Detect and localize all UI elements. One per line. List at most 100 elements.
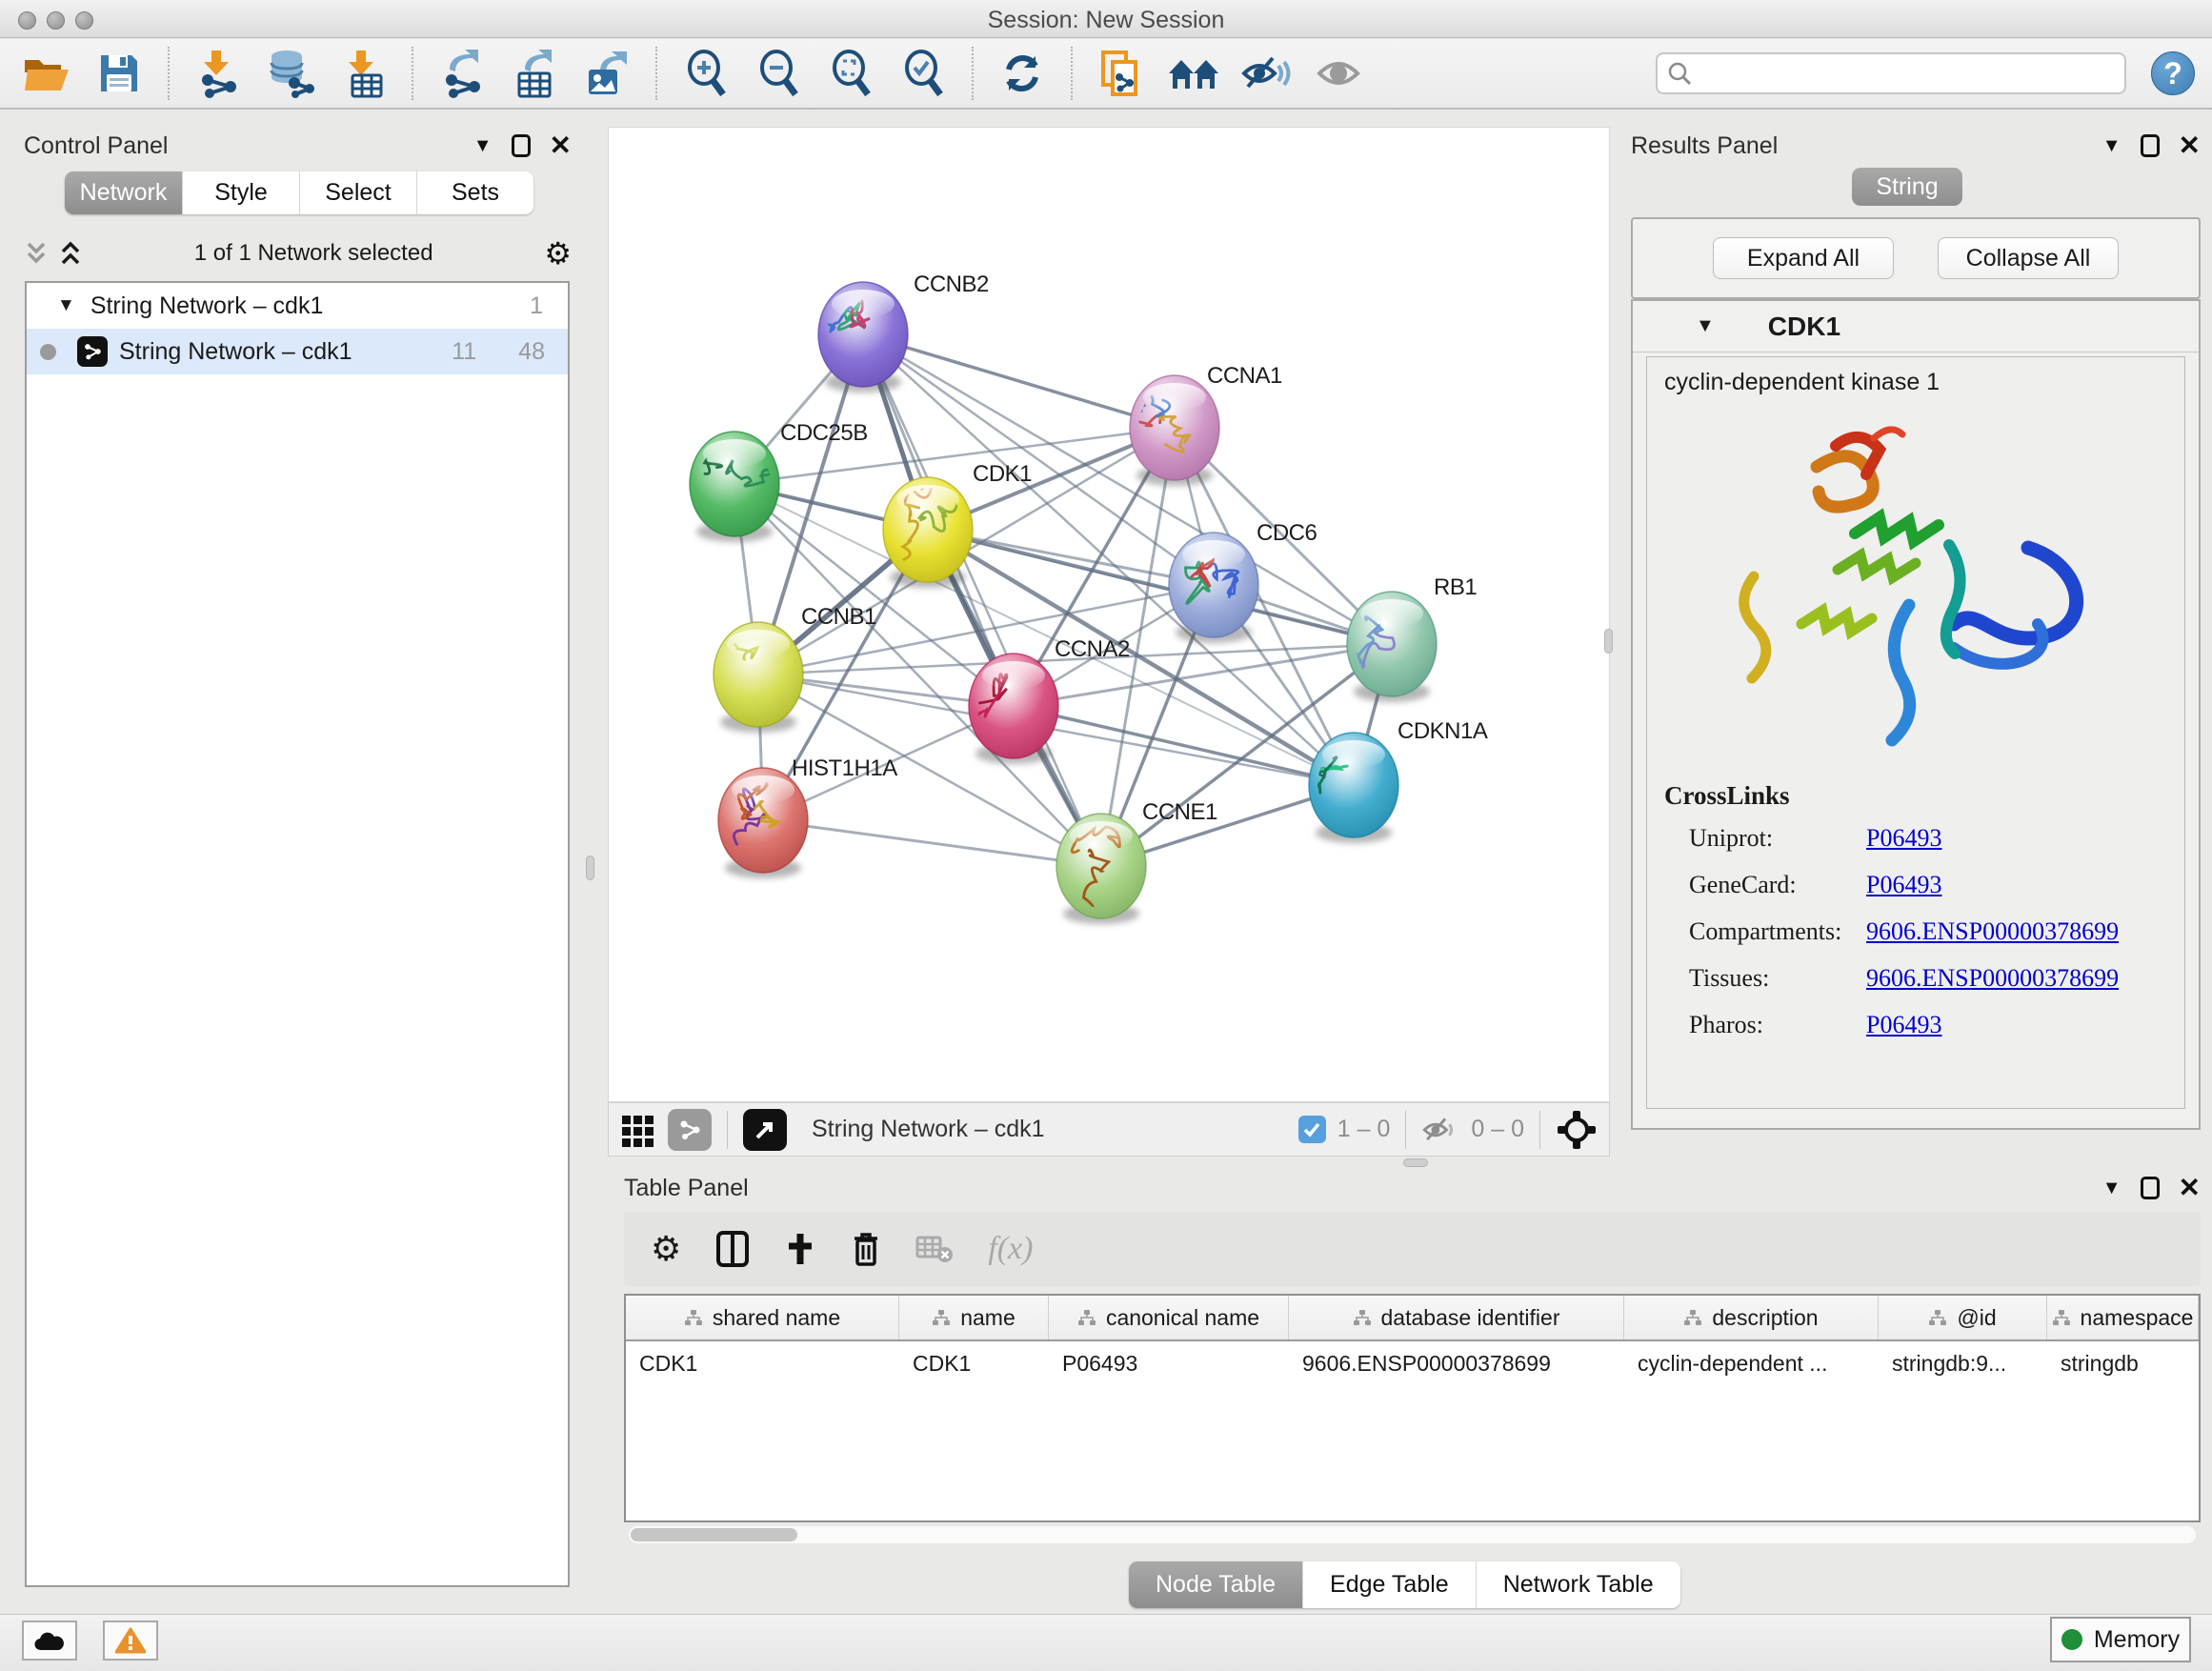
network-collection-row[interactable]: ▼ String Network – cdk1 1 [27,283,568,329]
table-panel-maximize-button[interactable] [2141,1177,2160,1199]
show-columns-icon[interactable] [715,1230,750,1268]
delete-column-icon[interactable] [851,1230,881,1268]
network-label: String Network – cdk1 [119,338,352,366]
zoom-selected-button[interactable] [894,45,953,102]
tab-network-table[interactable]: Network Table [1476,1561,1680,1608]
control-panel-maximize-button[interactable] [512,134,531,157]
cell-name[interactable]: CDK1 [899,1341,1049,1377]
results-panel-float-button[interactable]: ▼ [2102,135,2122,157]
tab-select[interactable]: Select [299,171,416,214]
right-splitter-handle[interactable] [1604,629,1613,654]
tab-network[interactable]: Network [65,171,182,214]
birdseye-view-button[interactable] [743,1109,787,1151]
crosslink-compartments-link[interactable]: 9606.ENSP00000378699 [1866,917,2119,946]
home-networks-button[interactable] [1164,45,1223,102]
zoom-out-button[interactable] [749,45,808,102]
crosslink-pharos-link[interactable]: P06493 [1866,1011,1941,1039]
network-node-CCNB2[interactable]: CCNB2 [803,272,989,393]
import-network-database-button[interactable] [261,45,320,102]
protein-card-header[interactable]: ▼ CDK1 [1633,301,2199,352]
column-header-database-identifier[interactable]: database identifier [1289,1296,1624,1339]
results-panel-maximize-button[interactable] [2141,134,2160,157]
network-node-CDKN1A[interactable]: CDKN1A [1307,718,1488,843]
network-node-CCNB1[interactable]: CCNB1 [714,604,876,733]
column-header-shared-name[interactable]: shared name [626,1296,899,1339]
cloud-status-button[interactable] [22,1621,77,1661]
network-share-view-icon[interactable] [668,1109,712,1151]
current-network-indicator [40,344,56,360]
cell-shared-name[interactable]: CDK1 [626,1341,899,1377]
zoom-in-button[interactable] [676,45,735,102]
cell-canonical-name[interactable]: P06493 [1049,1341,1289,1377]
collection-expand-arrow[interactable]: ▼ [57,295,75,316]
zoom-fit-button[interactable] [821,45,880,102]
memory-button[interactable]: Memory [2050,1617,2191,1662]
tab-edge-table[interactable]: Edge Table [1302,1561,1476,1608]
clone-network-button[interactable] [1092,45,1151,102]
network-node-CDC25B[interactable]: CDC25B [690,420,868,542]
network-edge-CCNA2-CDKN1A[interactable] [1014,706,1354,785]
import-table-button[interactable] [333,45,392,102]
selected-nodes-checkbox[interactable] [1298,1116,1326,1143]
table-toolbar: ⚙ f(x) [624,1212,2201,1286]
table-panel-close-button[interactable]: ✕ [2179,1175,2201,1201]
network-edge-HIST1H1A-CCNE1[interactable] [763,820,1101,866]
open-session-button[interactable] [17,45,76,102]
network-node-CDC6[interactable]: CDC6 [1169,520,1317,643]
results-panel-close-button[interactable]: ✕ [2179,132,2201,159]
network-edge-CCNB2-CCNA1[interactable] [863,334,1175,428]
export-network-button[interactable] [432,45,492,102]
search-field[interactable] [1656,52,2126,94]
grid-view-icon[interactable] [620,1112,656,1148]
expand-all-icon[interactable] [58,240,83,267]
table-horizontal-scrollbar[interactable] [629,1526,2196,1543]
expand-all-button[interactable]: Expand All [1713,237,1894,279]
network-node-RB1[interactable]: RB1 [1345,574,1477,702]
left-splitter-handle[interactable] [586,856,594,880]
refresh-layout-button[interactable] [993,45,1052,102]
export-image-button[interactable] [577,45,636,102]
network-node-CCNA1[interactable]: CCNA1 [1120,363,1282,486]
tab-style[interactable]: Style [182,171,299,214]
column-header-id[interactable]: @id [1879,1296,2047,1339]
network-options-gear-icon[interactable]: ⚙ [544,235,572,272]
table-row[interactable]: CDK1 CDK1 P06493 9606.ENSP00000378699 cy… [626,1341,2199,1377]
control-panel-float-button[interactable]: ▼ [473,135,493,157]
tab-string[interactable]: String [1852,168,1962,206]
collapse-all-icon[interactable] [24,240,49,267]
column-header-namespace[interactable]: namespace [2047,1296,2199,1339]
export-table-button[interactable] [505,45,564,102]
show-details-button[interactable] [1309,45,1368,102]
collapse-all-button[interactable]: Collapse All [1938,237,2119,279]
column-header-description[interactable]: description [1624,1296,1879,1339]
help-button[interactable]: ? [2151,51,2195,95]
hide-details-button[interactable] [1237,45,1296,102]
add-column-icon[interactable] [784,1231,816,1267]
table-options-gear-icon[interactable]: ⚙ [651,1229,681,1269]
cell-description[interactable]: cyclin-dependent ... [1624,1341,1879,1377]
network-row-selected[interactable]: String Network – cdk1 11 48 [27,329,568,374]
column-header-name[interactable]: name [899,1296,1049,1339]
cell-database-identifier[interactable]: 9606.ENSP00000378699 [1289,1341,1624,1377]
network-node-HIST1H1A[interactable]: HIST1H1A [718,755,897,878]
collapse-section-arrow[interactable]: ▼ [1696,315,1715,337]
table-panel-float-button[interactable]: ▼ [2102,1178,2122,1199]
crosslink-tissues-link[interactable]: 9606.ENSP00000378699 [1866,964,2119,993]
tab-sets[interactable]: Sets [416,171,533,214]
crosslink-uniprot-link[interactable]: P06493 [1866,824,1941,853]
cell-namespace[interactable]: stringdb [2047,1341,2199,1377]
save-session-button[interactable] [90,45,149,102]
network-canvas[interactable]: CCNB2CCNA1CDC25BCDK1CDC6RB1CCNB1CCNA2CDK… [608,127,1610,1102]
control-panel-close-button[interactable]: ✕ [550,132,572,159]
network-edge-CCNB2-CCNE1[interactable] [863,334,1101,866]
search-input[interactable] [1699,59,2100,88]
column-header-canonical-name[interactable]: canonical name [1049,1296,1289,1339]
import-network-file-button[interactable] [189,45,248,102]
crosslink-genecard-link[interactable]: P06493 [1866,871,1941,899]
scrollbar-thumb[interactable] [631,1528,797,1541]
tab-node-table[interactable]: Node Table [1129,1561,1302,1608]
bottom-splitter-handle[interactable] [1403,1158,1428,1167]
warnings-button[interactable] [103,1621,158,1661]
pan-crosshair-icon[interactable] [1556,1109,1598,1151]
cell-id[interactable]: stringdb:9... [1879,1341,2047,1377]
